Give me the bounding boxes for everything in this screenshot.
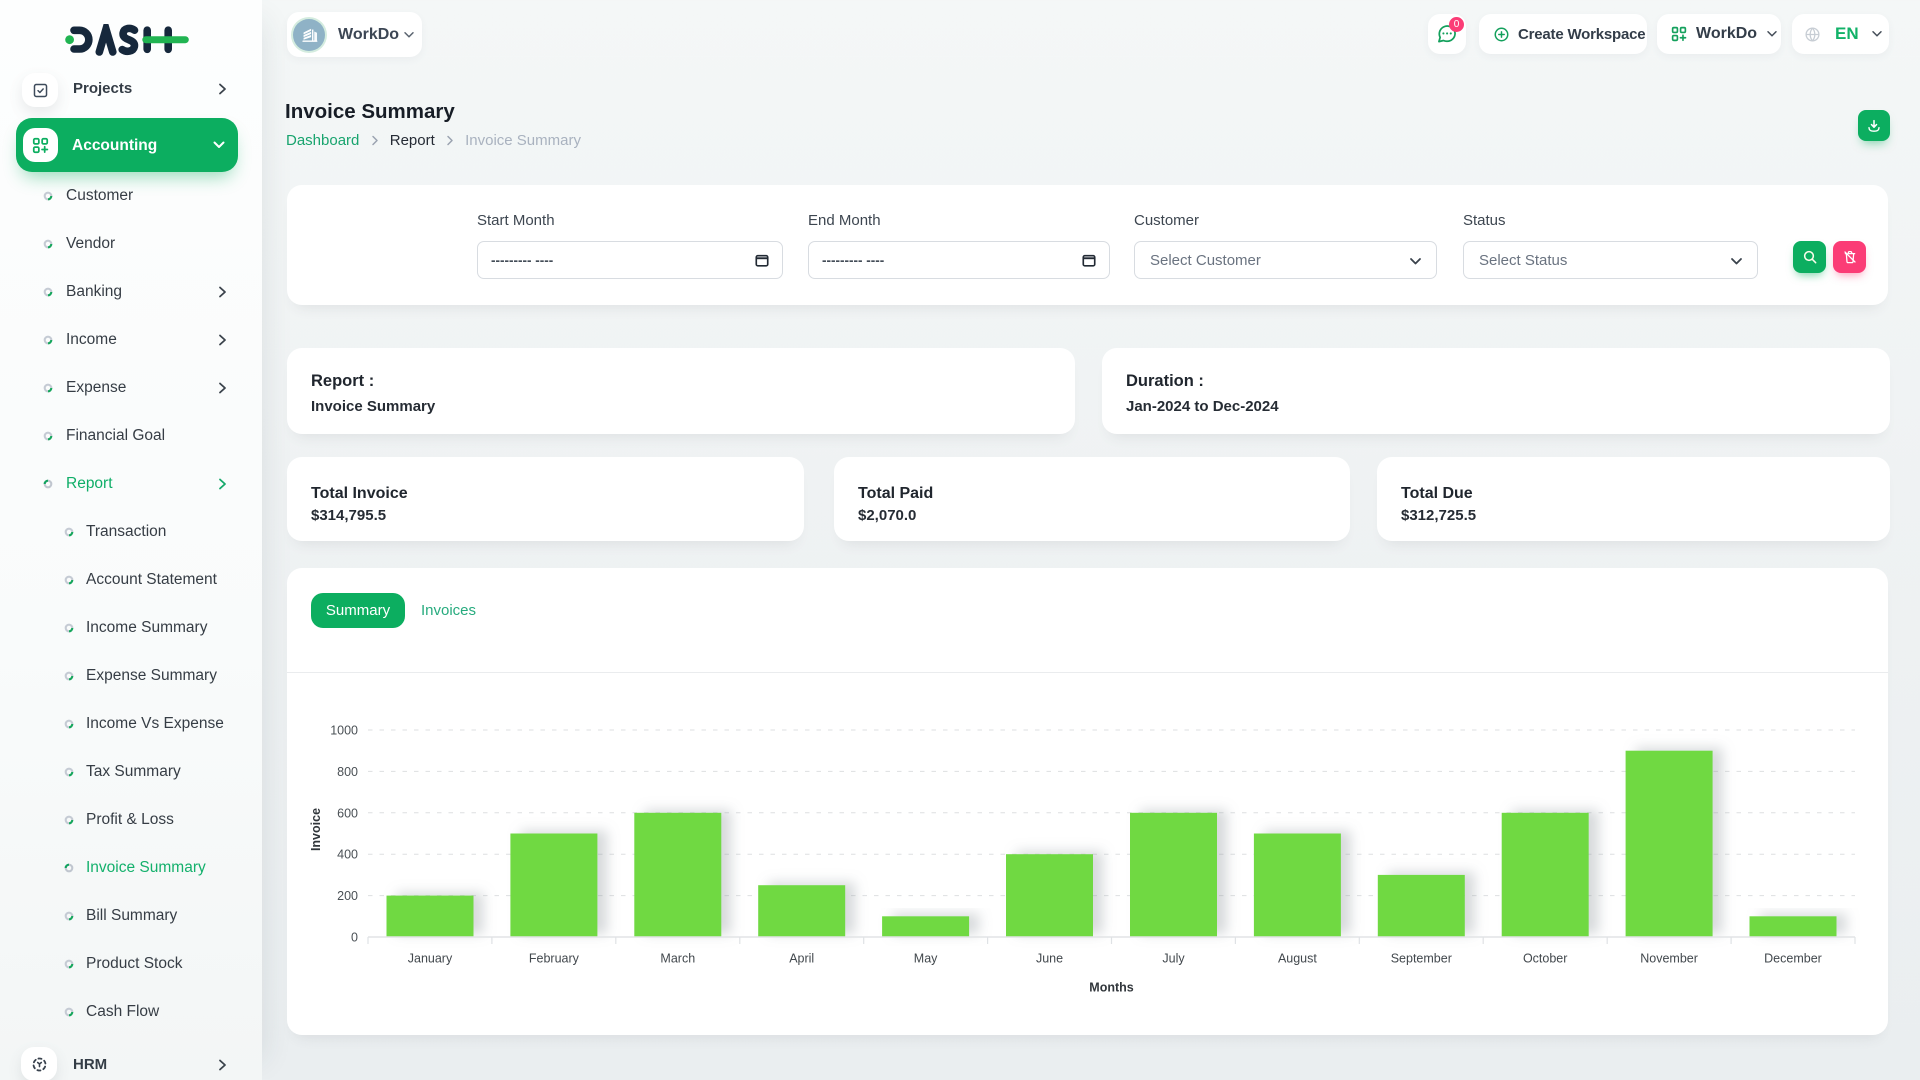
- svg-text:Invoice: Invoice: [309, 808, 323, 851]
- svg-text:December: December: [1764, 952, 1822, 966]
- svg-text:June: June: [1036, 952, 1063, 966]
- svg-text:April: April: [789, 952, 814, 966]
- svg-text:400: 400: [337, 848, 358, 862]
- svg-text:August: August: [1278, 952, 1317, 966]
- svg-text:600: 600: [337, 806, 358, 820]
- svg-text:May: May: [914, 952, 938, 966]
- svg-text:February: February: [529, 952, 580, 966]
- svg-text:1000: 1000: [330, 724, 358, 738]
- svg-text:800: 800: [337, 765, 358, 779]
- svg-text:0: 0: [351, 931, 358, 945]
- svg-text:September: September: [1391, 952, 1452, 966]
- svg-text:November: November: [1640, 952, 1698, 966]
- svg-text:March: March: [660, 952, 695, 966]
- svg-text:Months: Months: [1089, 981, 1133, 995]
- svg-text:January: January: [408, 952, 453, 966]
- svg-text:200: 200: [337, 889, 358, 903]
- svg-text:October: October: [1523, 952, 1567, 966]
- svg-text:July: July: [1162, 952, 1185, 966]
